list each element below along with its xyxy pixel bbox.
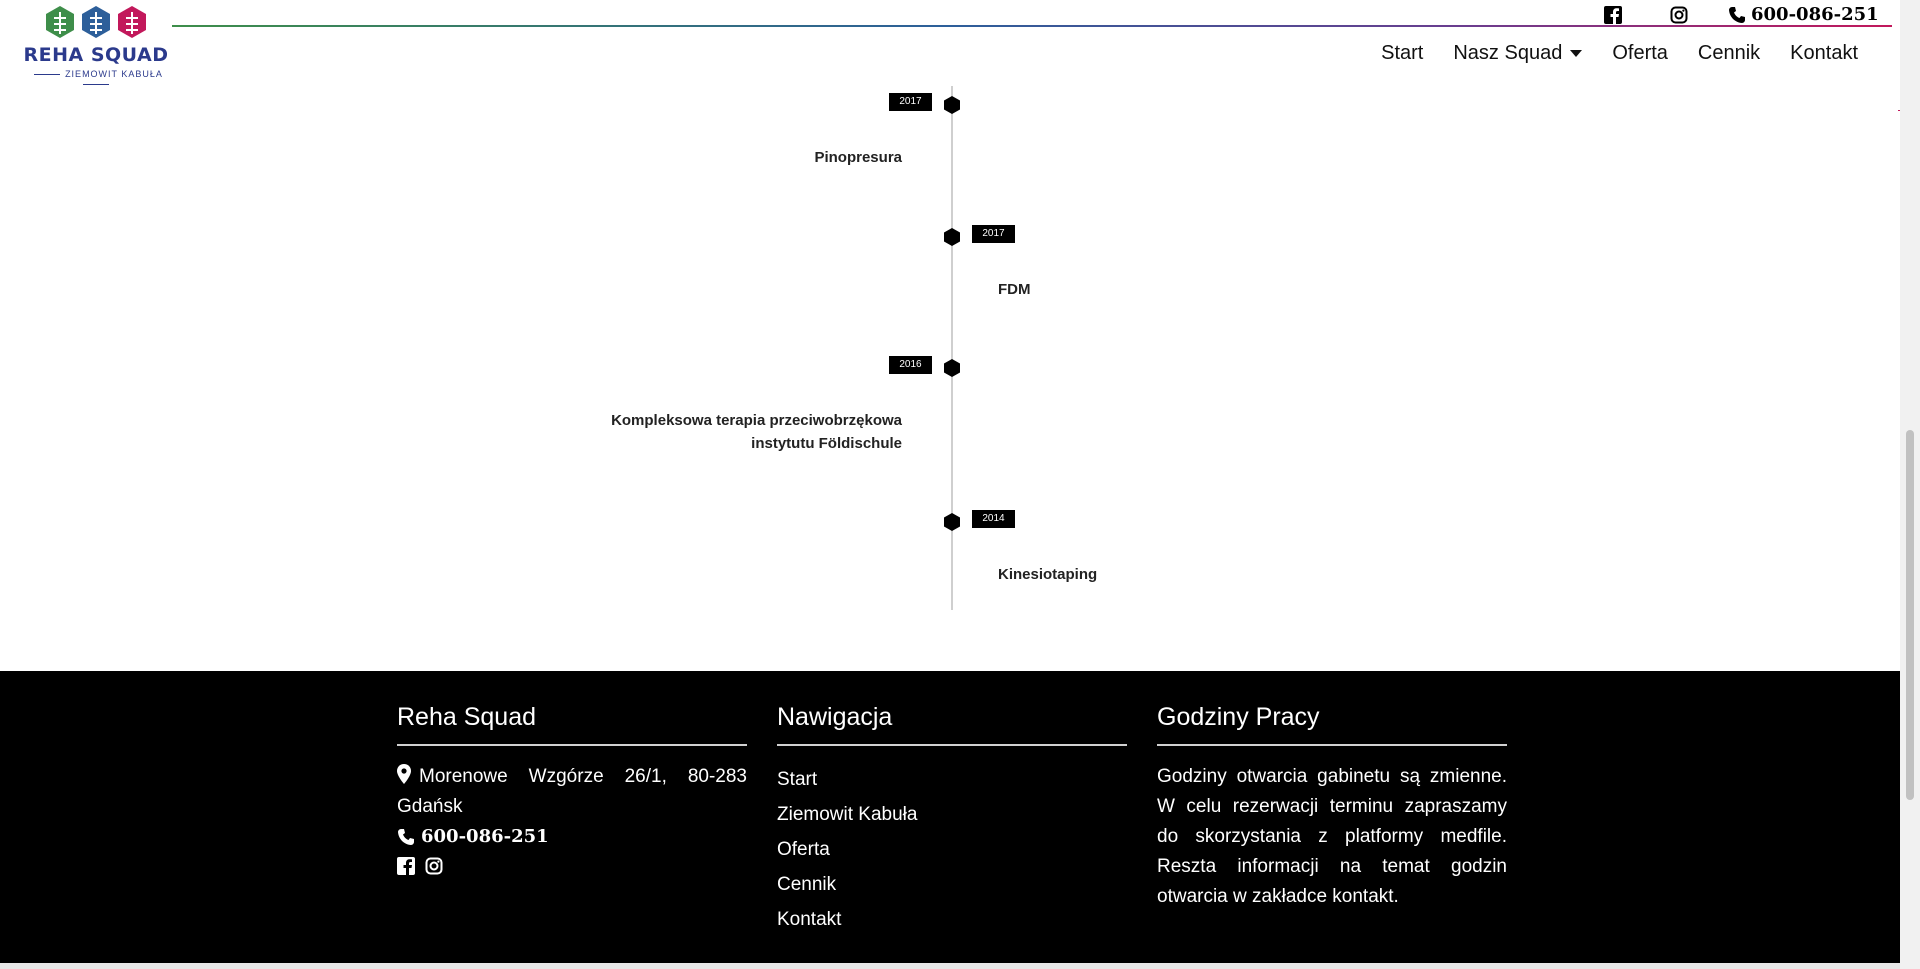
page-bottom-strip (0, 963, 1900, 969)
footer-nav-cennik[interactable]: Cennik (777, 867, 1127, 902)
instagram-icon[interactable] (1670, 6, 1688, 24)
footer-contact-heading: Reha Squad (397, 703, 747, 746)
main-nav: Start Nasz Squad Oferta Cennik Kontakt (1381, 42, 1858, 65)
footer-nav-start[interactable]: Start (777, 762, 1127, 797)
timeline-hexagon-icon (944, 96, 960, 114)
phone-icon (398, 828, 414, 845)
nav-kontakt[interactable]: Kontakt (1790, 42, 1858, 65)
header-phone-number: 600-086-251 (1751, 4, 1879, 25)
timeline-year-badge: 2014 (972, 510, 1015, 528)
footer-nav-heading: Nawigacja (777, 703, 1127, 746)
timeline-item-title-line: instytutu Földischule (751, 435, 902, 452)
timeline-hexagon-icon (944, 228, 960, 246)
instagram-icon[interactable] (425, 857, 443, 875)
nav-cennik[interactable]: Cennik (1698, 42, 1760, 65)
footer-phone-number: 600-086-251 (421, 826, 549, 847)
phone-icon (1729, 6, 1745, 23)
header-gradient-divider (172, 25, 1892, 27)
footer-hours-text: Godziny otwarcia gabinetu są zmienne. W … (1157, 766, 1507, 907)
logo-hexagons-icon (46, 6, 146, 38)
footer-contact-column: Reha Squad Morenowe Wzgórze 26/1, 80-283… (397, 703, 747, 875)
logo-title: REHA SQUAD (23, 44, 169, 66)
nav-nasz-squad[interactable]: Nasz Squad (1453, 42, 1583, 65)
nav-start[interactable]: Start (1381, 42, 1423, 65)
facebook-icon[interactable] (397, 857, 415, 875)
timeline-item-title: Kinesiotaping (998, 566, 1098, 583)
header-phone[interactable]: 600-086-251 (1728, 4, 1879, 25)
timeline-item-title-line: Kompleksowa terapia przeciwobrzękowa (611, 412, 902, 429)
site-header: REHA SQUAD ZIEMOWIT KABUŁA 600-086-251 S… (0, 0, 1900, 86)
timeline-item-title: Pinopresura (814, 149, 902, 166)
footer-hours-heading: Godziny Pracy (1157, 703, 1507, 746)
nav-oferta[interactable]: Oferta (1612, 42, 1668, 65)
facebook-icon[interactable] (1604, 6, 1622, 24)
timeline-hexagon-icon (944, 513, 960, 531)
footer-nav-ziemowit-kabula[interactable]: Ziemowit Kabuła (777, 797, 1127, 832)
logo-subtitle: ZIEMOWIT KABUŁA (18, 69, 174, 89)
footer-nav-oferta[interactable]: Oferta (777, 832, 1127, 867)
scrollbar[interactable] (1900, 0, 1920, 969)
footer-nav-kontakt[interactable]: Kontakt (777, 902, 1127, 937)
footer-address-text: Morenowe Wzgórze 26/1, 80-283 Gdańsk (397, 766, 747, 817)
map-pin-icon (397, 764, 411, 784)
timeline-item-title: Kompleksowa terapia przeciwobrzękowa ins… (560, 409, 902, 455)
timeline-year-badge: 2017 (889, 93, 932, 111)
footer-nav-column: Nawigacja Start Ziemowit Kabuła Oferta C… (777, 703, 1127, 937)
footer-hours-column: Godziny Pracy Godziny otwarcia gabinetu … (1157, 703, 1507, 912)
footer-address: Morenowe Wzgórze 26/1, 80-283 Gdańsk (397, 762, 747, 822)
nav-nasz-squad-label: Nasz Squad (1453, 42, 1563, 64)
footer-social-links (397, 857, 747, 875)
footer-phone[interactable]: 600-086-251 (397, 826, 747, 847)
logo[interactable]: REHA SQUAD ZIEMOWIT KABUŁA (18, 4, 174, 82)
timeline-hexagon-icon (944, 359, 960, 377)
scrollbar-thumb[interactable] (1906, 430, 1914, 800)
timeline-year-badge: 2017 (972, 225, 1015, 243)
caret-down-icon (1570, 50, 1583, 57)
timeline-year-badge: 2016 (889, 356, 932, 374)
site-footer: Reha Squad Morenowe Wzgórze 26/1, 80-283… (0, 671, 1900, 969)
timeline-item-title: FDM (998, 281, 1031, 298)
